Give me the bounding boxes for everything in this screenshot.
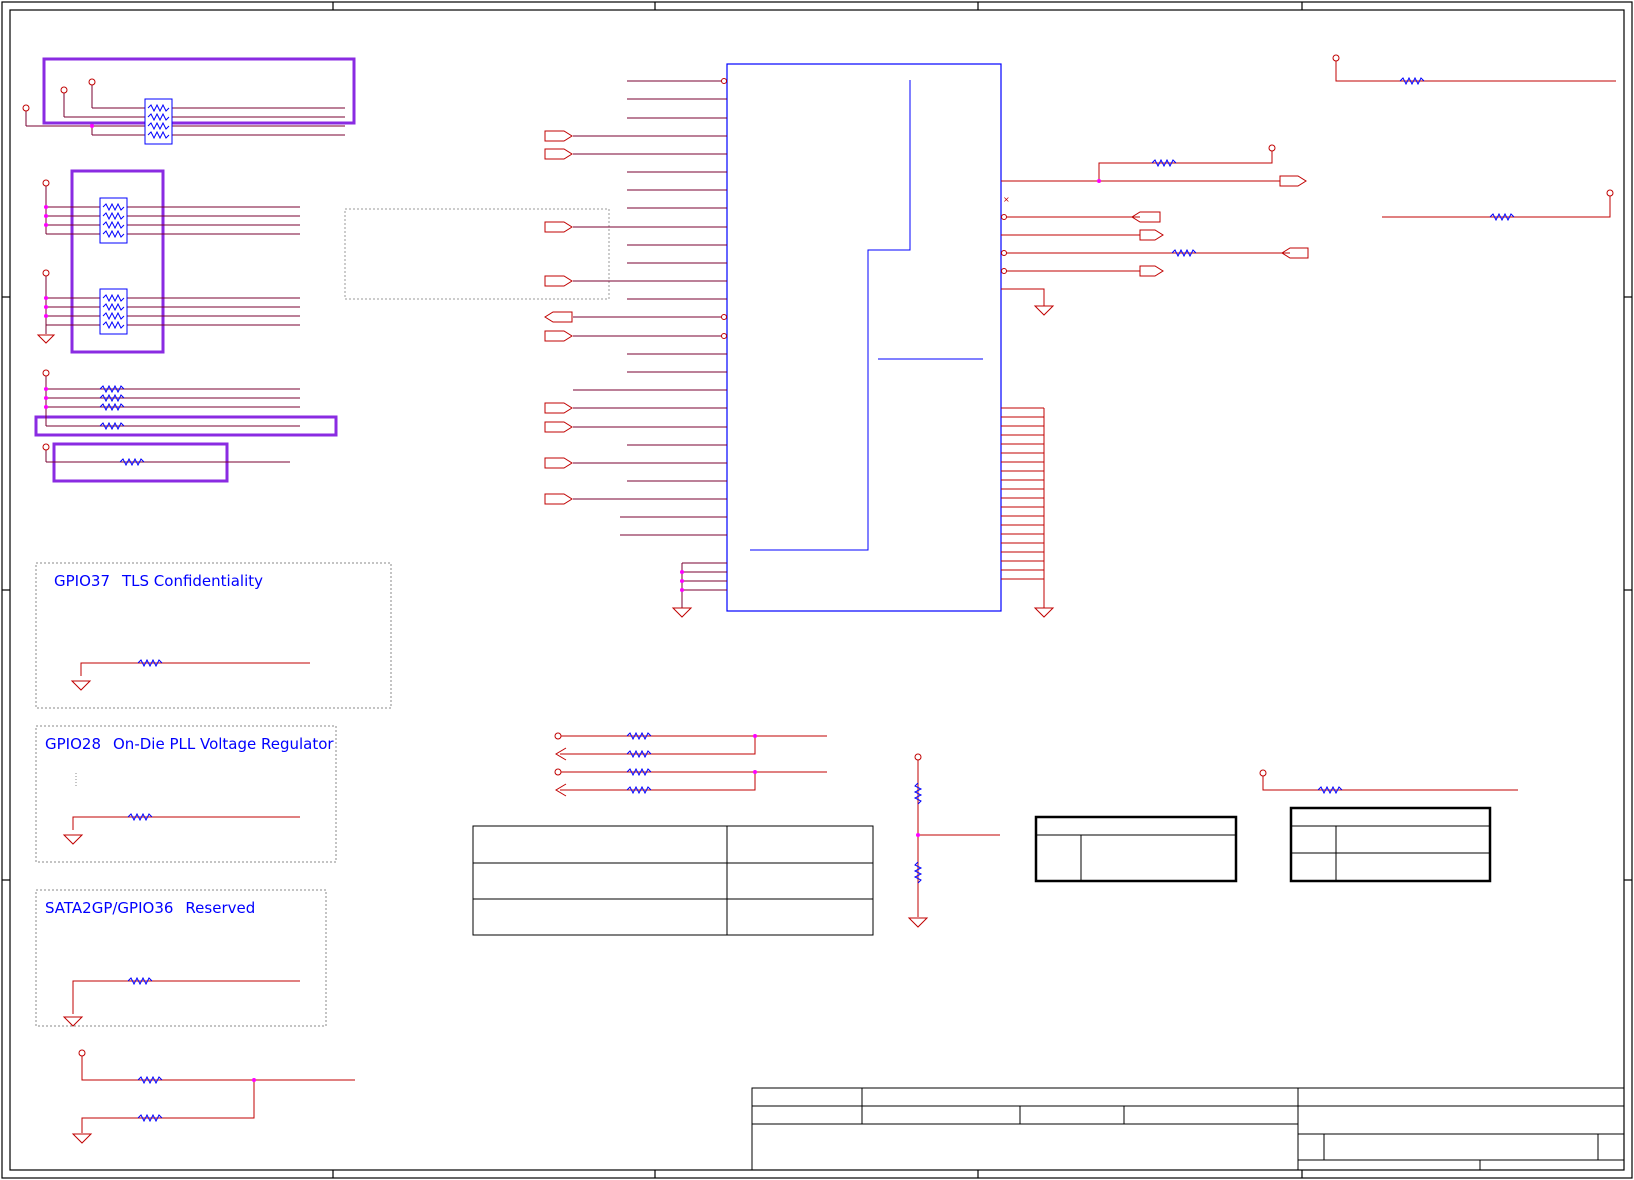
note-gpio37: GPIO37 TLS Confidentiality bbox=[54, 572, 263, 590]
resistor-pack-rn2 bbox=[99, 197, 128, 244]
note-sata2gp: SATA2GP/GPIO36 Reserved bbox=[45, 899, 255, 917]
left-resistor-pack-group bbox=[36, 169, 300, 354]
note-gpio28: GPIO28 On-Die PLL Voltage Regulator bbox=[45, 735, 334, 753]
resistor-pack-rn1 bbox=[144, 98, 173, 145]
note-gpio28-desc: On-Die PLL Voltage Regulator bbox=[113, 735, 334, 753]
offpage-connectors-left bbox=[544, 130, 573, 505]
ground-symbol bbox=[1033, 607, 1055, 618]
config-table bbox=[472, 825, 874, 936]
ground-symbol bbox=[36, 334, 56, 344]
note-gpio28-pin: GPIO28 bbox=[45, 735, 101, 753]
top-right-resistors bbox=[1332, 54, 1616, 222]
left-resistor-row bbox=[34, 369, 338, 483]
resistor-pack-rn3 bbox=[99, 288, 128, 335]
note-gpio37-pin: GPIO37 bbox=[54, 572, 110, 590]
note-sata2gp-desc: Reserved bbox=[185, 899, 256, 917]
svg-text:×: × bbox=[1003, 195, 1010, 204]
main-ic: × bbox=[544, 63, 1309, 618]
vertical-divider bbox=[907, 753, 1000, 928]
right-table-1 bbox=[1034, 815, 1238, 883]
schematic-canvas: × bbox=[1, 1, 1633, 1179]
title-block bbox=[751, 1087, 1625, 1171]
note-gpio37-desc: TLS Confidentiality bbox=[122, 572, 264, 590]
top-left-pullup-group bbox=[22, 57, 356, 145]
dashed-note-box bbox=[344, 208, 610, 300]
bottom-center-resistors bbox=[554, 731, 827, 797]
bottom-left-divider bbox=[71, 1049, 355, 1144]
right-resistor bbox=[1259, 769, 1518, 795]
right-table-2 bbox=[1289, 806, 1492, 883]
note-sata2gp-pin: SATA2GP/GPIO36 bbox=[45, 899, 174, 917]
ground-symbol bbox=[671, 607, 693, 618]
